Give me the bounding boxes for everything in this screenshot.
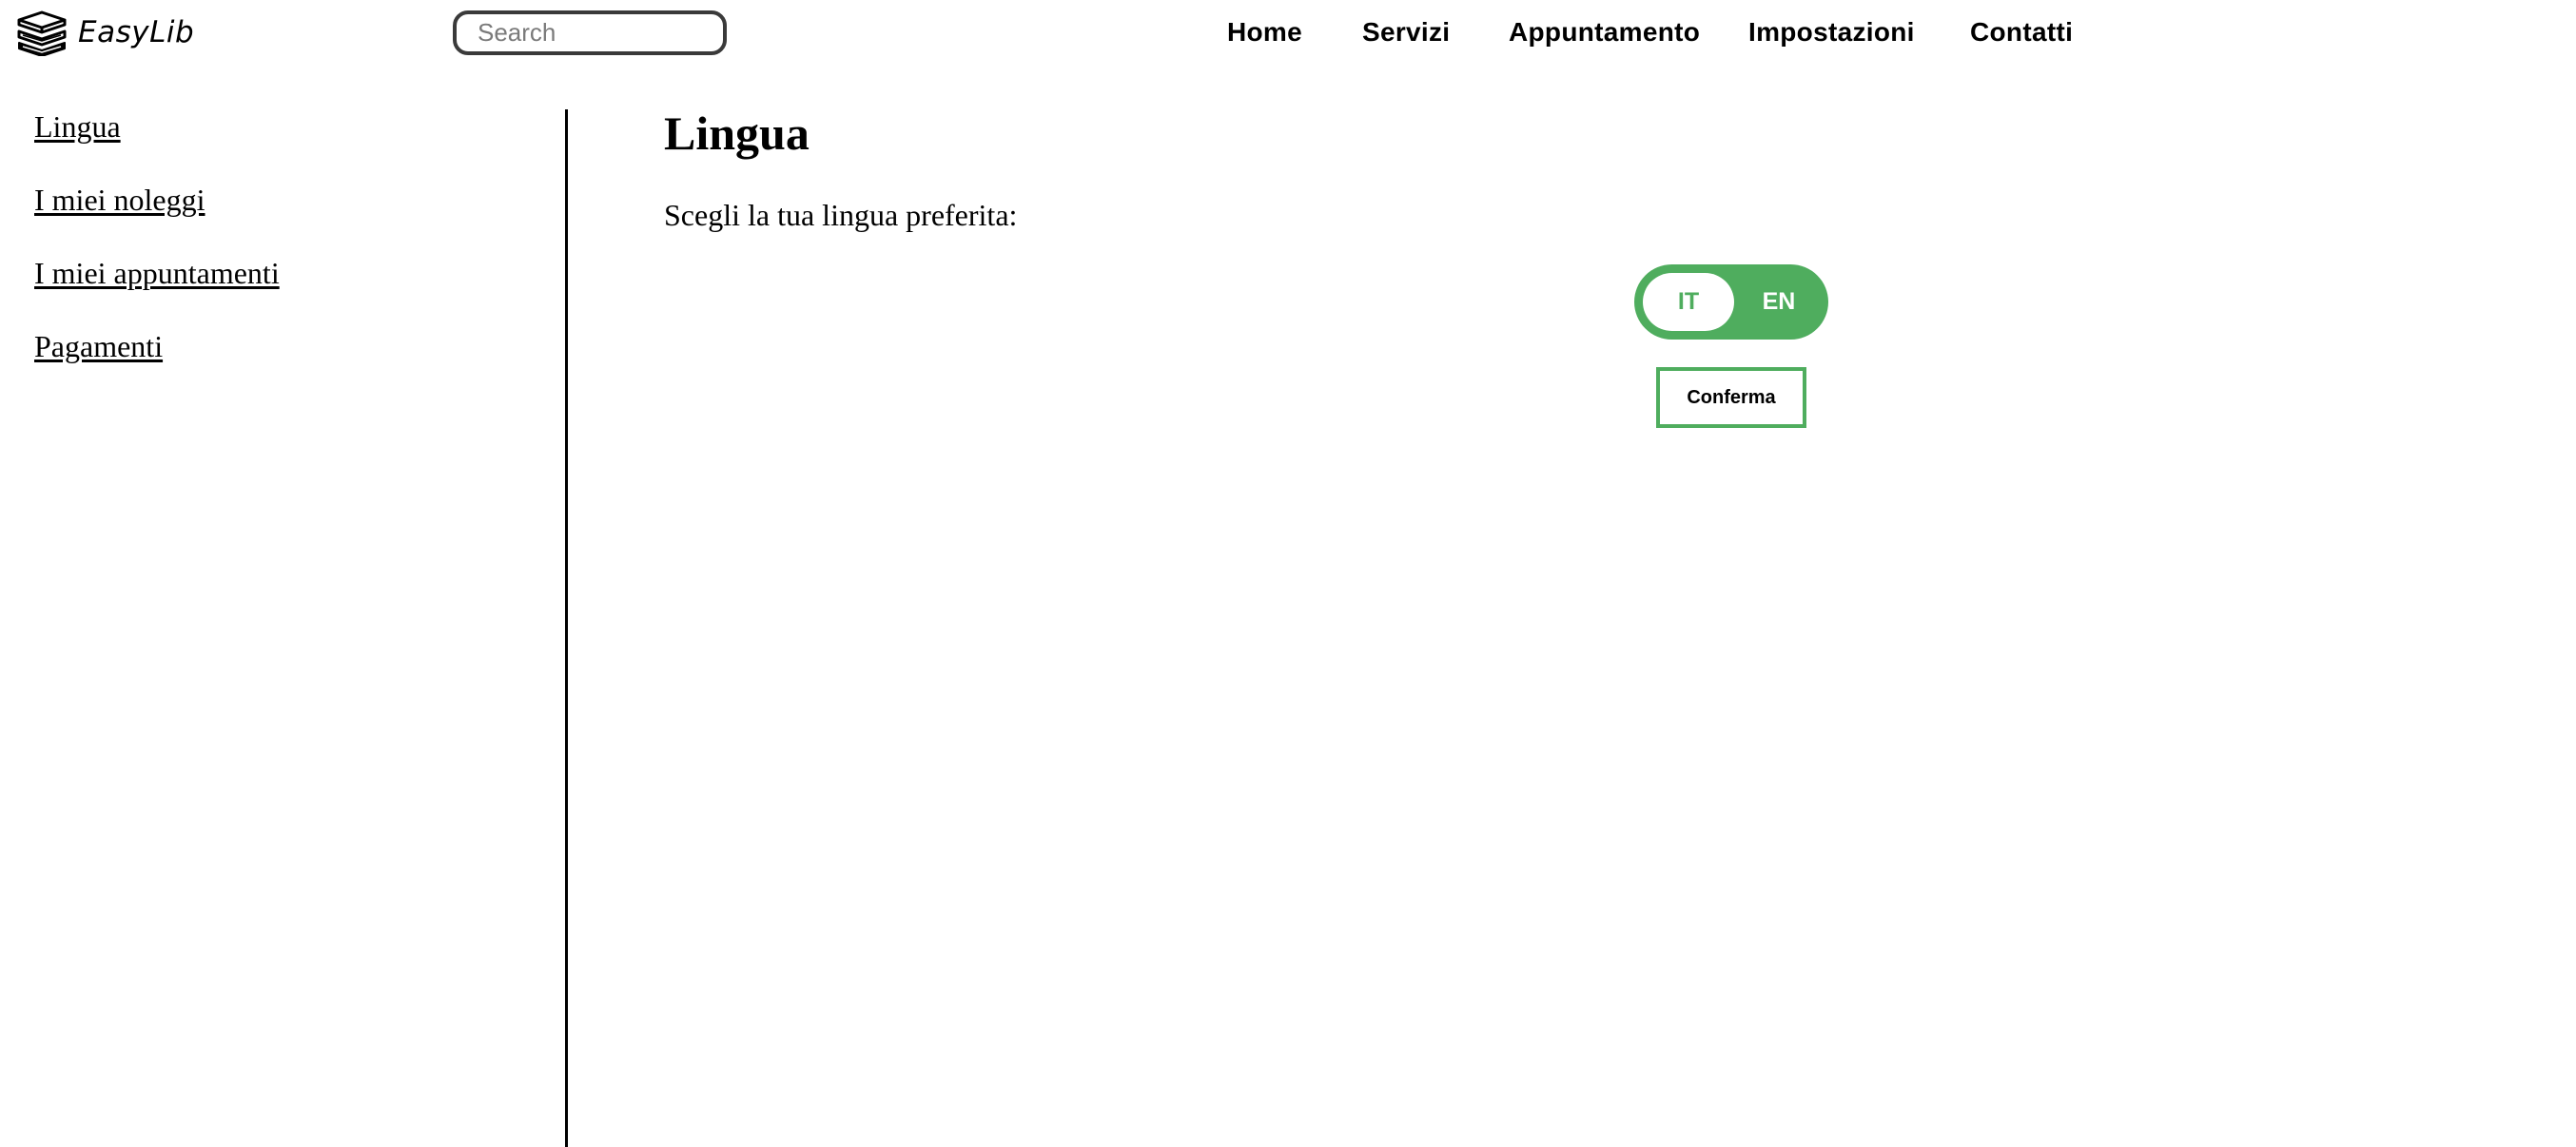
search-input[interactable]: [453, 10, 727, 55]
brand-logo[interactable]: EasyLib: [13, 6, 194, 59]
toggle-option-en[interactable]: EN: [1737, 264, 1821, 340]
top-bar: EasyLib Home Servizi Appuntamento Impost…: [0, 0, 2576, 67]
nav-servizi[interactable]: Servizi: [1362, 17, 1450, 48]
sidebar-item-pagamenti[interactable]: Pagamenti: [34, 329, 163, 364]
brand-name: EasyLib: [78, 15, 195, 49]
confirm-button[interactable]: Conferma: [1656, 367, 1806, 428]
nav-contatti[interactable]: Contatti: [1970, 17, 2073, 48]
toggle-option-it[interactable]: IT: [1643, 264, 1734, 340]
nav-appuntamento[interactable]: Appuntamento: [1509, 17, 1700, 48]
page-title: Lingua: [664, 107, 810, 160]
books-stack-icon: [13, 9, 70, 56]
sidebar-item-noleggi[interactable]: I miei noleggi: [34, 183, 205, 218]
sidebar-item-lingua[interactable]: Lingua: [34, 109, 121, 145]
nav-home[interactable]: Home: [1227, 17, 1302, 48]
settings-sidebar: Lingua I miei noleggi I miei appuntament…: [0, 109, 568, 1147]
sidebar-item-appuntamenti[interactable]: I miei appuntamenti: [34, 256, 280, 291]
nav-impostazioni[interactable]: Impostazioni: [1748, 17, 1915, 48]
language-prompt: Scegli la tua lingua preferita:: [664, 198, 1018, 232]
language-toggle[interactable]: IT EN: [1634, 264, 1828, 340]
